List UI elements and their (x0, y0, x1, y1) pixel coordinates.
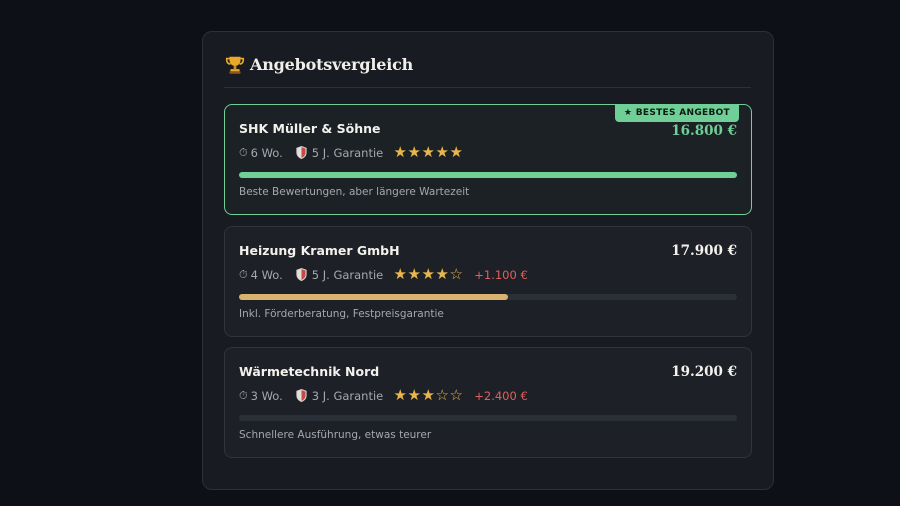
star-empty-icon: ☆ (435, 386, 449, 404)
offer-price: 17.900 € (671, 243, 737, 259)
star-filled-icon: ★ (407, 386, 421, 404)
shield-icon (296, 268, 307, 281)
offer-note: Inkl. Förderberatung, Festpreisgarantie (239, 308, 444, 320)
offer-warranty: 5 J. Garantie (311, 145, 384, 160)
offer-warranty: 3 J. Garantie (311, 388, 384, 403)
offer-duration: 4 Wo. (250, 267, 283, 282)
clock-icon: ⏱ (239, 267, 248, 281)
offer-note: Beste Bewertungen, aber längere Wartezei… (239, 186, 470, 198)
star-filled-icon: ★ (407, 265, 421, 283)
star-empty-icon: ☆ (449, 386, 463, 404)
star-filled-icon: ★ (393, 143, 407, 161)
score-bar-fill (239, 294, 508, 300)
score-bar (239, 294, 737, 300)
best-offer-badge: ★ BESTES ANGEBOT (614, 104, 739, 122)
star-filled-icon: ★ (407, 143, 421, 161)
offer-card[interactable]: Heizung Kramer GmbH 17.900 € ⏱ 4 Wo. 5 J.… (224, 226, 752, 337)
panel-title: Angebotsvergleich (250, 55, 414, 74)
star-filled-icon: ★ (449, 143, 463, 161)
rating-stars: ★ ★ ★ ★ ☆ (393, 267, 463, 282)
offer-price: 19.200 € (671, 364, 737, 380)
offer-meta: ⏱ 4 Wo. 5 J. Garantie ★ ★ ★ ★ ☆ +1.100 € (239, 267, 528, 282)
offer-card[interactable]: Wärmetechnik Nord 19.200 € ⏱ 3 Wo. 3 J. G… (224, 347, 752, 458)
rating-stars: ★ ★ ★ ★ ★ (393, 145, 463, 160)
offer-name: SHK Müller & Söhne (239, 121, 381, 136)
score-bar-fill (239, 172, 737, 178)
offer-price: 16.800 € (671, 123, 737, 139)
offer-name: Wärmetechnik Nord (239, 364, 380, 379)
offer-duration: 3 Wo. (250, 388, 283, 403)
shield-icon (296, 389, 307, 402)
trophy-icon (225, 56, 245, 74)
clock-icon: ⏱ (239, 388, 248, 402)
star-filled-icon: ★ (435, 143, 449, 161)
shield-icon (296, 146, 307, 159)
offer-meta: ⏱ 6 Wo. 5 J. Garantie ★ ★ ★ ★ ★ (239, 145, 474, 160)
offer-duration: 6 Wo. (250, 145, 283, 160)
star-filled-icon: ★ (393, 265, 407, 283)
star-empty-icon: ☆ (449, 265, 463, 283)
offer-note: Schnellere Ausführung, etwas teurer (239, 429, 432, 441)
score-bar (239, 172, 737, 178)
offer-comparison-panel: Angebotsvergleich ★ BESTES ANGEBOT SHK Mü… (202, 31, 774, 490)
star-filled-icon: ★ (421, 143, 435, 161)
offer-card[interactable]: ★ BESTES ANGEBOT SHK Müller & Söhne 16.800… (224, 104, 752, 215)
score-bar (239, 415, 737, 421)
rating-stars: ★ ★ ★ ☆ ☆ (393, 388, 463, 403)
offer-name: Heizung Kramer GmbH (239, 243, 400, 258)
price-delta: +2.400 € (474, 388, 528, 403)
star-filled-icon: ★ (421, 386, 435, 404)
price-delta: +1.100 € (474, 267, 528, 282)
star-filled-icon: ★ (393, 386, 407, 404)
star-filled-icon: ★ (435, 265, 449, 283)
clock-icon: ⏱ (239, 145, 248, 159)
panel-header: Angebotsvergleich (224, 54, 751, 88)
offer-meta: ⏱ 3 Wo. 3 J. Garantie ★ ★ ★ ☆ ☆ +2.400 € (239, 388, 528, 403)
star-filled-icon: ★ (421, 265, 435, 283)
offer-warranty: 5 J. Garantie (311, 267, 384, 282)
